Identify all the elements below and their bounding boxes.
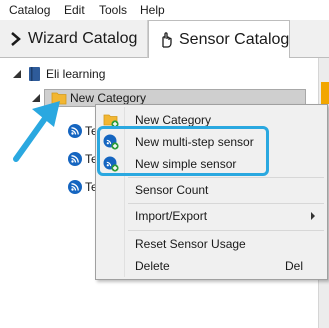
menu-item-reset-sensor-usage[interactable]: Reset Sensor Usage xyxy=(98,233,325,255)
tree-item-sensor[interactable]: Te xyxy=(68,150,98,168)
book-icon xyxy=(29,67,40,81)
chevron-right-icon xyxy=(11,31,21,46)
tab-wizard-label: Wizard Catalog xyxy=(28,29,138,47)
tree-category-label: New Category xyxy=(70,91,147,105)
menu-item-sensor-count[interactable]: Sensor Count xyxy=(98,179,325,201)
tree-item-root[interactable]: Eli learning xyxy=(12,65,105,83)
menu-bar: Catalog Edit Tools Help xyxy=(0,0,329,20)
menu-shortcut: Del xyxy=(284,259,303,273)
menu-separator xyxy=(128,177,324,178)
rss-sensor-icon xyxy=(68,180,82,194)
tree-item-sensor[interactable]: Te xyxy=(68,178,98,196)
tab-wizard-catalog[interactable]: Wizard Catalog xyxy=(0,20,148,58)
submenu-arrow-icon xyxy=(311,212,315,220)
menu-label: Delete xyxy=(135,259,170,273)
rss-sensor-icon xyxy=(68,124,82,138)
menu-item-delete[interactable]: Delete Del xyxy=(98,255,325,277)
annotation-arrow-icon xyxy=(13,101,60,162)
menu-separator xyxy=(128,203,324,204)
tab-strip: Wizard Catalog Sensor Catalog xyxy=(0,20,329,58)
panel-accent xyxy=(321,82,329,104)
tab-sensor-label: Sensor Catalog xyxy=(179,30,290,48)
rss-sensor-icon xyxy=(68,152,82,166)
menu-help[interactable]: Help xyxy=(140,3,165,17)
menu-catalog[interactable]: Catalog xyxy=(9,3,50,17)
menu-label: Sensor Count xyxy=(135,183,209,197)
tree-item-sensor[interactable]: Te xyxy=(68,122,98,140)
tab-strip-empty xyxy=(290,20,329,58)
tab-sensor-catalog[interactable]: Sensor Catalog xyxy=(148,20,290,58)
menu-tools[interactable]: Tools xyxy=(99,3,127,17)
menu-separator xyxy=(128,230,324,231)
menu-item-import-export[interactable]: Import/Export xyxy=(98,205,325,227)
menu-label: Import/Export xyxy=(135,209,208,223)
menu-label: Reset Sensor Usage xyxy=(135,237,246,251)
tree-root-label: Eli learning xyxy=(46,67,106,81)
hand-pointer-icon xyxy=(162,31,172,48)
menu-edit[interactable]: Edit xyxy=(64,3,85,17)
menu-label: New Category xyxy=(135,113,212,127)
expanded-triangle-icon[interactable] xyxy=(12,69,22,79)
annotation-highlight-box xyxy=(97,126,269,176)
